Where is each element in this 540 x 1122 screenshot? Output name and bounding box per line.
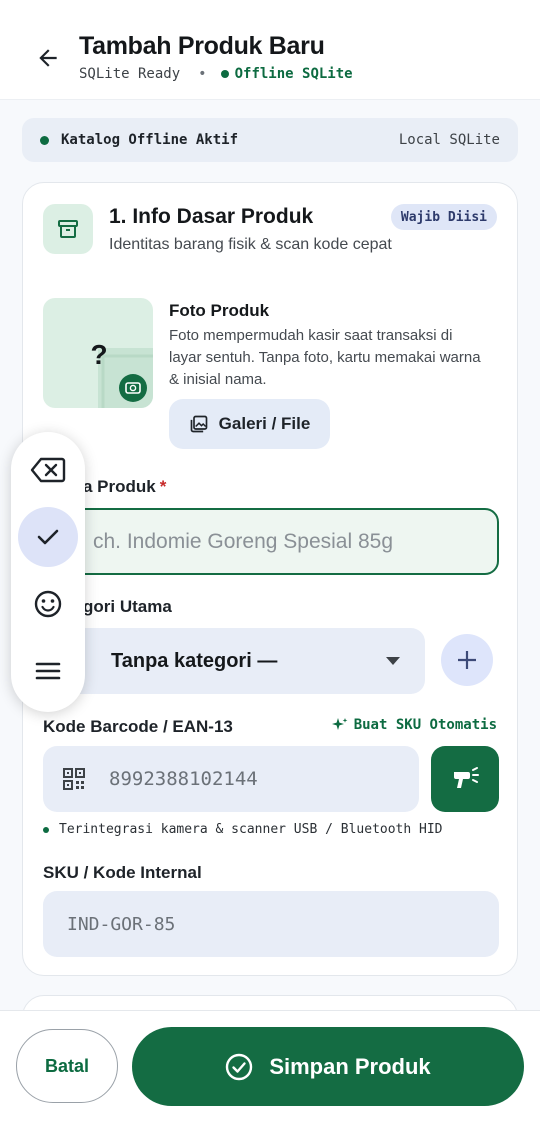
- section-description: Identitas barang fisik & scan kode cepat: [109, 236, 392, 253]
- scan-barcode-button[interactable]: [431, 746, 499, 812]
- emoji-button[interactable]: [18, 574, 78, 634]
- db-status-text: SQLite Ready: [79, 66, 181, 82]
- check-circle-icon: [226, 1053, 253, 1080]
- menu-icon: [35, 662, 61, 680]
- gallery-button-label: Galeri / File: [218, 414, 311, 433]
- add-category-button[interactable]: [441, 634, 493, 686]
- archive-icon: [43, 204, 93, 254]
- offline-status-text: Offline SQLite: [234, 66, 353, 82]
- image-gallery-icon: [190, 415, 208, 433]
- banner-source: Local SQLite: [398, 132, 500, 148]
- banner-label: Katalog Offline Aktif: [61, 132, 239, 148]
- dropdown-arrow-icon: [386, 657, 400, 665]
- cancel-button[interactable]: Batal: [16, 1029, 118, 1103]
- back-button[interactable]: [28, 38, 68, 78]
- bottom-action-bar: Batal Simpan Produk: [0, 1010, 540, 1122]
- backspace-icon: [30, 457, 66, 483]
- emoji-icon: [34, 590, 62, 618]
- required-asterisk: *: [159, 477, 167, 496]
- product-name-label: a Produk *: [83, 477, 166, 497]
- auto-sku-button[interactable]: Buat SKU Otomatis: [331, 717, 497, 733]
- arrow-left-icon: [39, 49, 57, 67]
- sparkle-icon: [331, 718, 348, 730]
- sku-placeholder: IND-GOR-85: [67, 913, 176, 935]
- product-photo-placeholder[interactable]: ?: [43, 298, 153, 408]
- required-badge: Wajib Diisi: [390, 204, 497, 230]
- plus-icon: [458, 651, 476, 669]
- barcode-input[interactable]: 8992388102144: [43, 746, 419, 812]
- photo-placeholder-glyph: ?: [90, 339, 107, 370]
- menu-button[interactable]: [18, 641, 78, 701]
- active-dot-icon: [40, 135, 49, 145]
- category-value: Tanpa kategori —: [111, 649, 278, 672]
- confirm-button[interactable]: [18, 507, 78, 567]
- sku-label: SKU / Kode Internal: [43, 863, 202, 882]
- sku-input[interactable]: IND-GOR-85: [43, 891, 499, 957]
- scanner-hint: Terintegrasi kamera & scanner USB / Blue…: [43, 822, 443, 837]
- status-dot-icon: [220, 70, 229, 78]
- category-select[interactable]: Tanpa kategori —: [43, 628, 425, 694]
- app-header: Tambah Produk Baru SQLite Ready • Offlin…: [0, 0, 540, 100]
- save-product-button[interactable]: Simpan Produk: [132, 1027, 524, 1106]
- barcode-scanner-icon: [454, 767, 479, 788]
- product-name-input[interactable]: ch. Indomie Goreng Spesial 85g: [43, 508, 499, 575]
- save-button-label: Simpan Produk: [269, 1053, 431, 1079]
- auto-sku-label: Buat SKU Otomatis: [353, 717, 497, 733]
- barcode-label: Kode Barcode / EAN-13: [43, 717, 233, 736]
- hint-dot-icon: [43, 826, 49, 833]
- basic-info-card: 1. Info Dasar Produk Identitas barang fi…: [22, 182, 518, 976]
- offline-catalog-banner: Katalog Offline Aktif Local SQLite: [22, 118, 518, 162]
- gallery-button[interactable]: Galeri / File: [169, 399, 330, 449]
- status-separator: •: [198, 66, 207, 82]
- scanner-hint-text: Terintegrasi kamera & scanner USB / Blue…: [59, 822, 443, 837]
- product-name-label-text: a Produk: [83, 477, 156, 496]
- qr-code-icon: [63, 768, 85, 790]
- check-icon: [37, 529, 59, 545]
- barcode-placeholder: 8992388102144: [109, 768, 258, 790]
- offline-status: Offline SQLite: [220, 66, 353, 82]
- photo-title: Foto Produk: [169, 301, 270, 320]
- photo-description: Foto mempermudah kasir saat transaksi di…: [169, 327, 481, 388]
- backspace-button[interactable]: [18, 440, 78, 500]
- section-title: 1. Info Dasar Produk: [109, 205, 314, 228]
- product-name-placeholder: ch. Indomie Goreng Spesial 85g: [93, 529, 394, 553]
- photo-placeholder-graphic: ?: [90, 339, 153, 408]
- banner-left: Katalog Offline Aktif: [40, 132, 238, 148]
- category-label: gori Utama: [83, 597, 172, 616]
- header-status: SQLite Ready • Offline SQLite: [79, 66, 353, 82]
- page-title: Tambah Produk Baru: [79, 32, 325, 60]
- floating-keyboard-toolbar: [11, 432, 85, 712]
